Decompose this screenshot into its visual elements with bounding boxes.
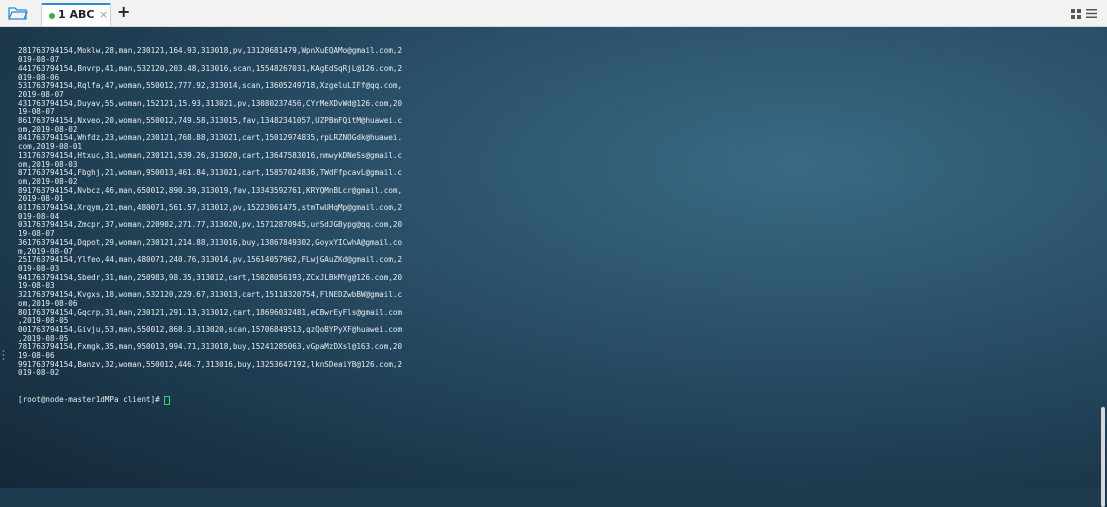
terminal-line: 251763794154,Ylfeo,44,man,480071,240.76,… [18,255,403,265]
terminal-line: 011763794154,Xrqym,21,man,480071,561.57,… [18,203,403,213]
new-tab-button[interactable]: + [117,2,130,22]
terminal-line: 361763794154,Dqpot,29,woman,230121,214.8… [18,237,403,247]
terminal-line: 871763794154,Fbghj,21,woman,950013,461.8… [18,168,403,178]
scrollbar[interactable] [1101,407,1105,507]
terminal-line: 801763794154,Gqcrp,31,man,230121,291.13,… [18,307,403,317]
drag-handle-icon[interactable] [2,349,5,361]
terminal-line: 131763794154,Htxuc,31,woman,230121,539.2… [18,150,403,160]
terminal-line: 321763794154,Kvgxs,18,woman,532120,229.6… [18,290,403,300]
folder-icon[interactable] [8,6,28,20]
terminal-line: 431763794154,Duyav,55,woman,152121,15.93… [18,98,403,108]
cursor [163,395,170,405]
menu-icon[interactable] [1086,8,1097,19]
terminal-line: 019-08-02 [18,368,60,378]
tab-session[interactable]: 1 ABC × [41,3,111,26]
status-dot [49,13,55,19]
terminal-output: 281763794154,Moklw,28,man,230121,164.93,… [18,30,488,422]
shell-prompt: [root@node-master1dMPa client]# [18,394,160,404]
terminal-line: 841763794154,Whfdz,23,woman,230121,768.8… [18,133,403,143]
grid-view-icon[interactable] [1071,9,1081,19]
terminal-line: 281763794154,Moklw,28,man,230121,164.93,… [18,46,403,56]
terminal-line: 781763794154,Fxmgk,35,man,950013,994.71,… [18,342,403,352]
prompt-line: [root@node-master1dMPa client]# [18,394,488,405]
tab-close-icon[interactable]: × [99,7,108,23]
terminal-line: 991763794154,Banzv,32,woman,550012,446.7… [18,359,403,369]
terminal-line: 001763794154,Givju,53,man,550012,868.3,3… [18,324,403,334]
terminal-line: 941763794154,Sbedr,31,man,250983,98.35,3… [18,272,403,282]
terminal-line: 531763794154,Rqlfa,47,woman,550012,777.9… [18,81,403,91]
tab-bar: 1 ABC × + [0,0,1107,27]
terminal-line: 031763794154,Zmcpr,37,woman,220902,271.7… [18,220,403,230]
terminal-line: 861763794154,Nxveo,20,woman,550012,749.5… [18,116,403,126]
terminal-area[interactable]: 281763794154,Moklw,28,man,230121,164.93,… [0,27,1107,507]
terminal-line: 891763794154,Nvbcz,46,man,650012,890.39,… [18,185,403,195]
terminal-line: 441763794154,Bnvrp,41,man,532120,203.48,… [18,63,403,73]
tab-label: 1 ABC [58,8,95,21]
